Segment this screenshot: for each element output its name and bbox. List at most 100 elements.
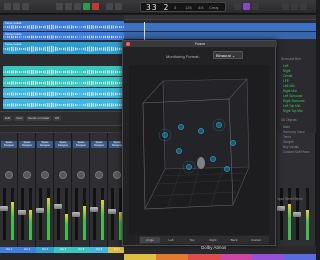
channel-strip[interactable]: Space Designer Vox 5 — [72, 133, 90, 253]
fader-cap[interactable] — [54, 204, 62, 209]
channel-strip[interactable]: Space Designer Vox 2 — [18, 133, 36, 253]
pan-knob[interactable] — [41, 171, 49, 179]
object-item[interactable]: Main — [283, 125, 290, 129]
sends-off-menu[interactable]: Off — [53, 116, 61, 121]
volume-fader[interactable] — [90, 188, 98, 240]
channel-item[interactable]: Right Surround — [283, 99, 304, 103]
channel-name[interactable]: Vox 6 — [90, 247, 108, 253]
tab-angle[interactable]: Angle — [140, 237, 160, 243]
inspector-button[interactable] — [13, 3, 20, 10]
channel-strip[interactable]: Space Designer Vox 4 — [54, 133, 72, 253]
volume-fader[interactable] — [0, 188, 8, 240]
monitoring-format-select[interactable]: Binaural ⌄ — [213, 51, 243, 59]
channel-name[interactable]: Vox 2 — [18, 247, 36, 253]
fader-cap[interactable] — [18, 210, 26, 215]
record-button[interactable] — [92, 3, 99, 10]
object-item[interactable]: Boy Vocals — [283, 145, 299, 149]
tab-right[interactable]: Right — [203, 237, 223, 243]
tuner-button[interactable] — [234, 3, 241, 10]
audio-region[interactable] — [3, 99, 124, 109]
pan-knob[interactable] — [23, 171, 31, 179]
channel-strip[interactable]: Space Designer Vox 3 — [36, 133, 54, 253]
tracks-area-right[interactable] — [124, 20, 316, 40]
fader-cap[interactable] — [108, 209, 116, 214]
panner-3d-room[interactable] — [129, 65, 269, 235]
tab-left[interactable]: Left — [161, 237, 181, 243]
lcd-display[interactable]: 33 2 3 126 4/4 Cmaj — [140, 2, 226, 12]
object-item[interactable]: Harmony Vocal — [283, 130, 305, 134]
object-item[interactable]: Sample — [283, 140, 294, 144]
plugin-slot[interactable]: Space Designer — [19, 141, 35, 148]
channel-item[interactable]: Right — [283, 69, 290, 73]
channel-item[interactable]: Left — [283, 64, 288, 68]
channel-strip[interactable]: Space Designer Vox 6 — [90, 133, 108, 253]
fader-cap[interactable] — [293, 212, 301, 217]
channel-name[interactable]: Vox 3 — [36, 247, 54, 253]
loop-browser-button[interactable] — [300, 3, 307, 10]
tab-top[interactable]: Top — [182, 237, 202, 243]
tracks-area[interactable]: Verse Guide Verse Guide Verse Guide — [0, 15, 124, 111]
level-meter — [47, 188, 50, 240]
replace-button[interactable] — [115, 3, 122, 10]
list-editors-button[interactable] — [282, 3, 289, 10]
channel-item[interactable]: Right Mid — [283, 89, 296, 93]
cycle-button[interactable] — [106, 3, 113, 10]
channel-item[interactable]: Left Mid — [283, 84, 294, 88]
volume-fader[interactable] — [54, 188, 62, 240]
fader-cap[interactable] — [90, 207, 98, 212]
quick-help-button[interactable] — [22, 3, 29, 10]
volume-fader[interactable] — [108, 188, 116, 240]
audio-region[interactable] — [3, 77, 124, 87]
fader-cap[interactable] — [36, 208, 44, 213]
fader-cap[interactable] — [0, 206, 8, 211]
audio-region[interactable]: Verse Guide — [3, 21, 124, 31]
rewind-button[interactable] — [56, 3, 63, 10]
volume-fader[interactable] — [72, 188, 80, 240]
audio-region[interactable] — [124, 32, 316, 39]
count-in-button[interactable] — [243, 3, 250, 10]
notepad-button[interactable] — [291, 3, 298, 10]
plugin-slot[interactable]: Space Designer — [73, 141, 89, 148]
volume-fader[interactable] — [36, 188, 44, 240]
metronome-button[interactable] — [252, 3, 259, 10]
plugin-slot[interactable]: Space Designer — [37, 141, 53, 148]
channel-name[interactable]: Vox 4 — [54, 247, 72, 253]
pan-knob[interactable] — [77, 171, 85, 179]
audio-region[interactable] — [3, 66, 124, 76]
plugin-slot[interactable]: Space Designer — [91, 141, 107, 148]
fader-cap[interactable] — [72, 212, 80, 217]
close-icon[interactable] — [126, 42, 130, 46]
object-item[interactable]: Tenor — [283, 135, 291, 139]
playhead[interactable] — [144, 22, 145, 40]
channel-item[interactable]: Center — [283, 74, 293, 78]
channel-name[interactable]: Vox 5 — [72, 247, 90, 253]
audio-region[interactable] — [124, 23, 316, 31]
tab-back[interactable]: Back — [224, 237, 244, 243]
object-item[interactable]: Custom Soft Piano — [283, 150, 310, 154]
channel-item[interactable]: LFE — [283, 79, 289, 83]
tab-custom[interactable]: Custom — [245, 237, 267, 243]
channel-name[interactable]: Vox 1 — [0, 247, 18, 253]
pan-knob[interactable] — [113, 171, 121, 179]
library-button[interactable] — [4, 3, 11, 10]
pan-knob[interactable] — [95, 171, 103, 179]
forward-button[interactable] — [65, 3, 72, 10]
pan-knob[interactable] — [59, 171, 67, 179]
audio-region[interactable]: Verse Guide — [3, 42, 124, 54]
sends-on-fader-menu[interactable]: Sends on Fader — [26, 116, 52, 121]
channel-item[interactable]: Left Surround — [283, 94, 302, 98]
edit-menu[interactable]: Edit — [3, 116, 13, 121]
stop-button[interactable] — [74, 3, 81, 10]
pan-knob[interactable] — [5, 171, 13, 179]
channel-item[interactable]: Left Top Mid — [283, 104, 300, 108]
play-button[interactable] — [83, 3, 90, 10]
view-menu[interactable]: View — [14, 116, 25, 121]
volume-fader[interactable] — [18, 188, 26, 240]
channel-strip[interactable]: Space Designer Vox 1 — [0, 133, 18, 253]
audio-region[interactable] — [3, 88, 124, 98]
channel-item[interactable]: Right Top Mid — [283, 109, 302, 113]
audio-region[interactable]: Verse Guide — [3, 32, 124, 40]
plugin-slot[interactable]: Space Designer — [1, 141, 17, 148]
plugin-slot[interactable]: Space Designer — [55, 141, 71, 148]
key-display: Cmaj — [209, 5, 219, 10]
